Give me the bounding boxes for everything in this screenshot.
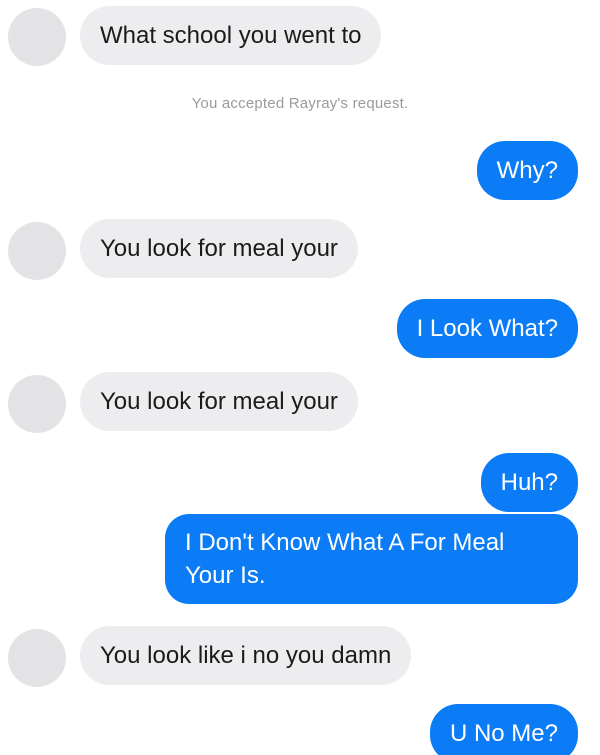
contact-avatar[interactable] [8, 629, 66, 687]
contact-avatar[interactable] [8, 222, 66, 280]
incoming-message-bubble[interactable]: What school you went to [80, 6, 382, 65]
incoming-message-bubble[interactable]: You look like i no you damn [80, 626, 412, 685]
outgoing-message-bubble[interactable]: Why? [476, 141, 578, 200]
outgoing-message-bubble[interactable]: I Don't Know What A For Meal Your Is. [165, 514, 578, 604]
contact-avatar[interactable] [8, 375, 66, 433]
message-thread: What school you went to You accepted Ray… [0, 0, 600, 755]
contact-avatar[interactable] [8, 8, 66, 66]
outgoing-message-bubble[interactable]: U No Me? [429, 704, 578, 755]
outgoing-message-bubble[interactable]: Huh? [480, 453, 578, 512]
outgoing-message-bubble[interactable]: I Look What? [396, 299, 578, 358]
incoming-message-bubble[interactable]: You look for meal your [80, 219, 358, 278]
incoming-message-bubble[interactable]: You look for meal your [80, 372, 358, 431]
system-notice: You accepted Rayray's request. [191, 95, 409, 112]
